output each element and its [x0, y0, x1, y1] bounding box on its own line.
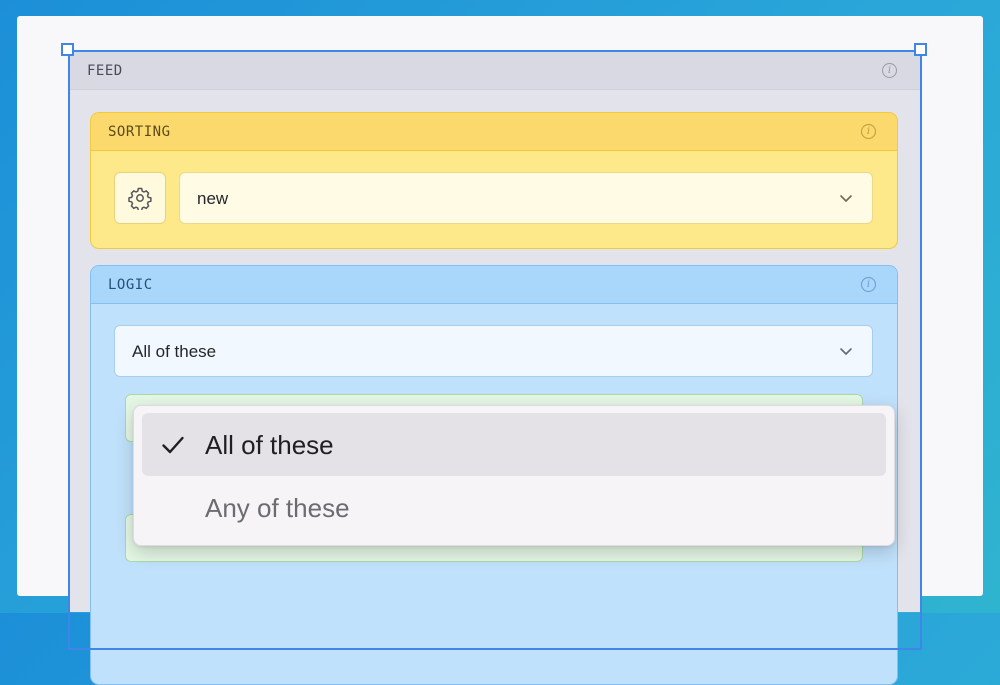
selection-outline: [68, 50, 922, 650]
dropdown-option-label: Any of these: [205, 493, 350, 523]
check-icon: [162, 436, 184, 454]
dropdown-option-all-of-these[interactable]: All of these: [142, 413, 886, 476]
resize-handle-top-right[interactable]: [914, 43, 927, 56]
dropdown-option-any-of-these[interactable]: Any of these: [142, 476, 886, 539]
logic-dropdown-menu: All of these Any of these: [133, 405, 895, 546]
resize-handle-top-left[interactable]: [61, 43, 74, 56]
dropdown-option-label: All of these: [205, 430, 334, 460]
